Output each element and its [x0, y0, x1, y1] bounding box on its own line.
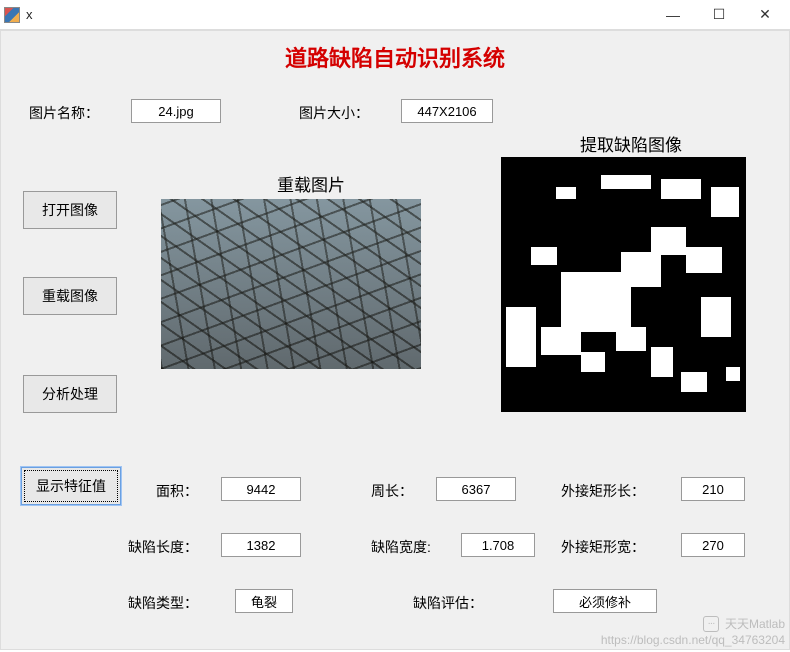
image-size-label: 图片大小： — [299, 103, 369, 123]
matlab-icon — [4, 7, 20, 23]
reload-image-button[interactable]: 重载图像 — [23, 277, 117, 315]
open-image-button[interactable]: 打开图像 — [23, 191, 117, 229]
defect-eval-value: 必须修补 — [553, 589, 657, 613]
area-value: 9442 — [221, 477, 301, 501]
defect-type-label: 缺陷类型： — [128, 593, 198, 613]
defect-section-title: 提取缺陷图像 — [541, 131, 721, 156]
wechat-icon — [703, 616, 719, 632]
area-label: 面积： — [156, 481, 198, 501]
reload-section-title: 重载图片 — [231, 171, 391, 196]
minimize-button[interactable]: — — [650, 1, 696, 29]
bbox-width-value: 270 — [681, 533, 745, 557]
bbox-width-label: 外接矩形宽： — [561, 537, 645, 557]
close-button[interactable]: ✕ — [742, 1, 788, 29]
defect-eval-label: 缺陷评估： — [413, 593, 483, 613]
image-name-label: 图片名称： — [29, 103, 99, 123]
watermark-line2: https://blog.csdn.net/qq_34763204 — [601, 633, 785, 647]
defect-length-value: 1382 — [221, 533, 301, 557]
image-size-value: 447X2106 — [401, 99, 493, 123]
perimeter-label: 周长： — [371, 481, 413, 501]
bbox-length-value: 210 — [681, 477, 745, 501]
watermark-line1: 天天Matlab — [725, 615, 785, 632]
defect-width-value: 1.708 — [461, 533, 535, 557]
defect-type-value: 龟裂 — [235, 589, 293, 613]
watermark: 天天Matlab https://blog.csdn.net/qq_347632… — [601, 615, 785, 647]
defect-length-label: 缺陷长度： — [128, 537, 198, 557]
maximize-button[interactable]: ☐ — [696, 1, 742, 29]
system-title: 道路缺陷自动识别系统 — [1, 31, 789, 79]
show-features-button[interactable]: 显示特征值 — [21, 467, 121, 505]
defect-image — [501, 157, 746, 412]
analyze-button[interactable]: 分析处理 — [23, 375, 117, 413]
app-body: 道路缺陷自动识别系统 图片名称： 24.jpg 图片大小： 447X2106 打… — [0, 30, 790, 650]
perimeter-value: 6367 — [436, 477, 516, 501]
image-name-value: 24.jpg — [131, 99, 221, 123]
road-image — [161, 199, 421, 369]
window-title: x — [26, 7, 33, 22]
bbox-length-label: 外接矩形长： — [561, 481, 645, 501]
defect-width-label: 缺陷宽度: — [371, 537, 431, 557]
window-titlebar: x — ☐ ✕ — [0, 0, 790, 30]
